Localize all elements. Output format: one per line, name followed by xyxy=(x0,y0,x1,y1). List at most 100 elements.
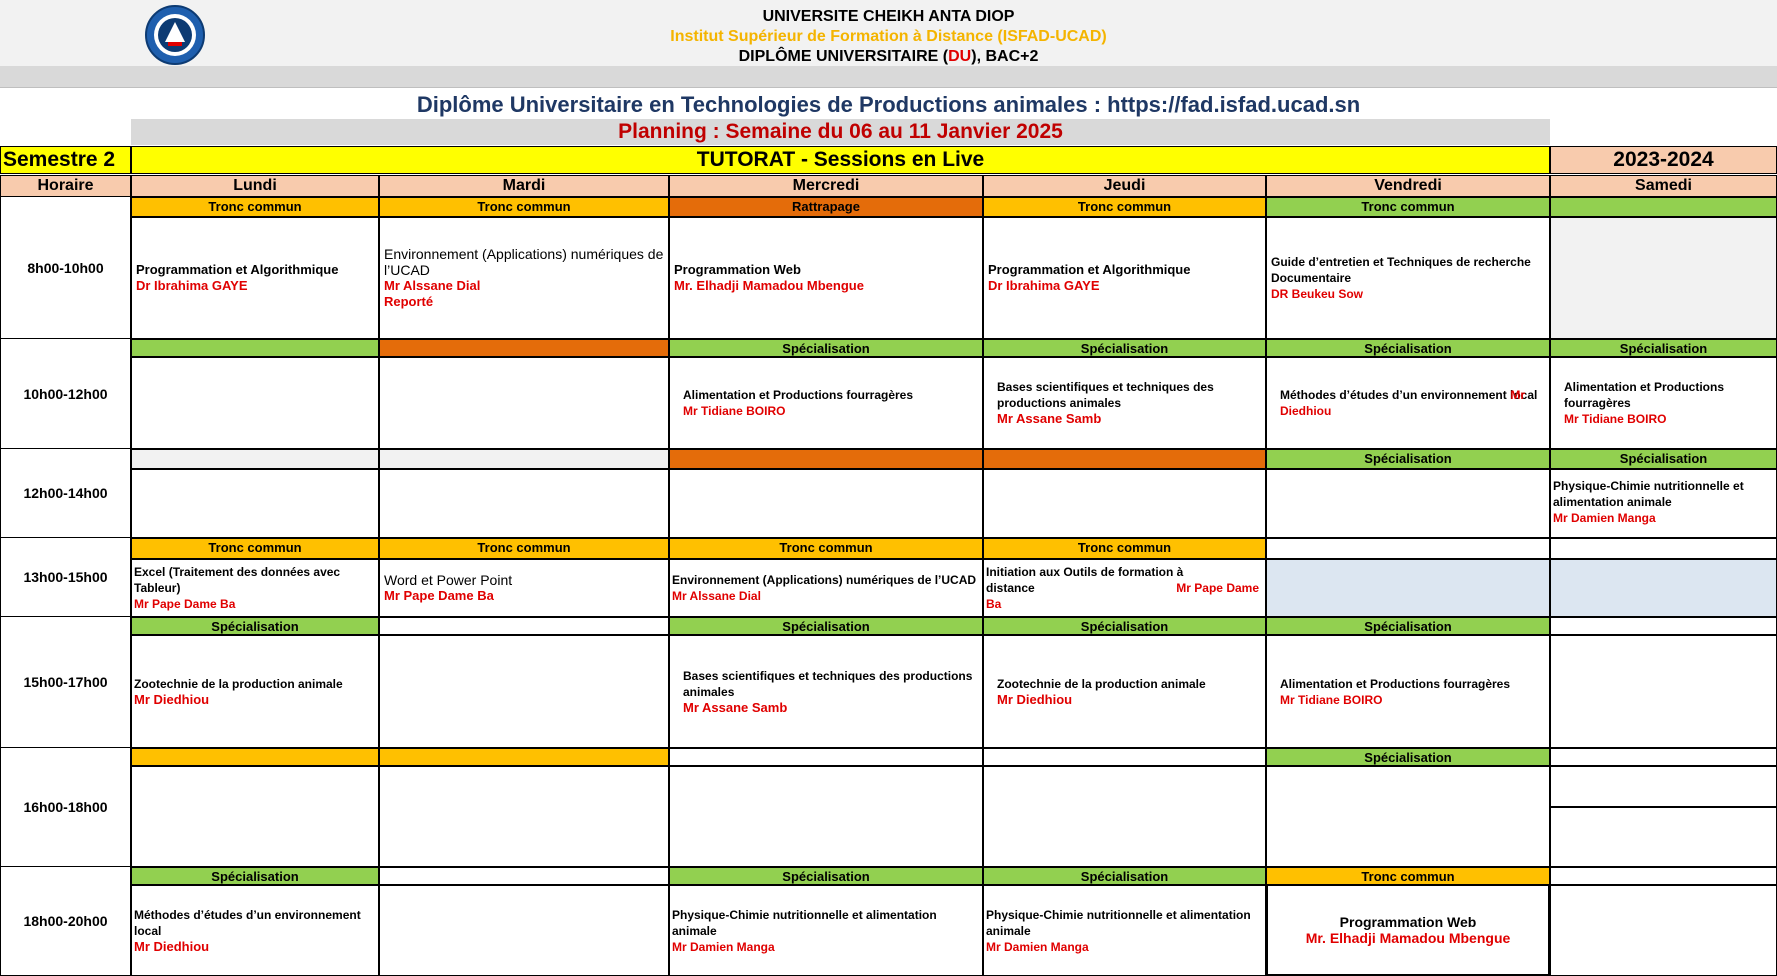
teacher-name: DR Beukeu Sow xyxy=(1271,287,1364,301)
teacher-name: Mr. Elhadji Mamadou Mbengue xyxy=(1305,930,1511,946)
session-cell[interactable]: Alimentation et Productions fourragères … xyxy=(1550,357,1777,449)
session-cell[interactable]: Environnement (Applications) numériques … xyxy=(379,217,669,339)
session-cell[interactable]: Zootechnie de la production animale Mr D… xyxy=(131,635,379,748)
tronc-commun-strip: Tronc commun xyxy=(1266,867,1550,885)
session-cell[interactable]: Méthodes d’études d’un environnement loc… xyxy=(1266,357,1550,449)
course-title: Environnement (Applications) numériques … xyxy=(672,573,977,587)
specialisation-strip: Spécialisation xyxy=(983,339,1266,357)
specialisation-strip: Spécialisation xyxy=(669,617,983,635)
teacher-name: Mr Pape Dame Ba xyxy=(134,597,236,611)
empty-cell xyxy=(131,469,379,538)
teacher-name: Mr Damien Manga xyxy=(986,939,1089,954)
course-title: Programmation et Algorithmique xyxy=(136,262,339,277)
empty-strip xyxy=(669,748,983,766)
empty-strip xyxy=(983,748,1266,766)
empty-strip xyxy=(131,449,379,469)
course-title: distance xyxy=(986,581,1035,595)
session-cell[interactable]: Programmation Web Mr. Elhadji Mamadou Mb… xyxy=(669,217,983,339)
session-cell[interactable]: Initiation aux Outils de formation à dis… xyxy=(983,559,1266,617)
session-cell[interactable]: Bases scientifiques et techniques des pr… xyxy=(983,357,1266,449)
empty-cell xyxy=(1550,635,1777,748)
academic-year: 2023-2024 xyxy=(1550,146,1777,174)
course-title: Programmation Web xyxy=(674,262,801,277)
session-cell[interactable]: Guide d’entretien et Techniques de reche… xyxy=(1266,217,1550,339)
session-cell[interactable]: Physique-Chimie nutritionnelle et alimen… xyxy=(983,885,1266,976)
postponed-note: Reporté xyxy=(384,294,434,309)
time-slot: 16h00-18h00 xyxy=(0,748,131,867)
session-cell[interactable]: Alimentation et Productions fourragères … xyxy=(669,357,983,449)
time-slot: 15h00-17h00 xyxy=(0,617,131,748)
empty-cell xyxy=(1550,807,1777,867)
session-cell[interactable]: Excel (Traitement des données avec Table… xyxy=(131,559,379,617)
course-title: Physique-Chimie nutritionnelle et alimen… xyxy=(1553,479,1744,509)
session-cell[interactable]: Programmation et Algorithmique Dr Ibrahi… xyxy=(131,217,379,339)
empty-strip xyxy=(379,867,669,885)
teacher-name: Mr xyxy=(1510,388,1525,402)
empty-cell xyxy=(1550,885,1777,976)
empty-cell xyxy=(1550,559,1777,617)
course-title: Physique-Chimie nutritionnelle et alimen… xyxy=(986,907,1251,938)
teacher-name: Mr Alssane Dial xyxy=(384,278,481,293)
empty-cell xyxy=(983,766,1266,867)
empty-strip xyxy=(1550,867,1777,885)
specialisation-strip: Spécialisation xyxy=(669,867,983,885)
course-title: Guide d’entretien et Techniques de reche… xyxy=(1271,255,1531,285)
session-cell[interactable]: Programmation Web Mr. Elhadji Mamadou Mb… xyxy=(1266,885,1550,976)
time-slot: 10h00-12h00 xyxy=(0,339,131,449)
teacher-name: Ba xyxy=(986,597,1002,611)
course-title: Zootechnie de la production animale xyxy=(134,676,343,691)
teacher-name: Diedhiou xyxy=(1280,404,1332,418)
course-title: Excel (Traitement des données avec Table… xyxy=(134,565,341,595)
course-title: Bases scientifiques et techniques des pr… xyxy=(683,668,973,699)
column-samedi: Samedi xyxy=(1550,175,1777,197)
tronc-commun-strip: Tronc commun xyxy=(131,197,379,217)
separator-band xyxy=(0,66,1777,88)
course-title: Alimentation et Productions fourragères xyxy=(683,388,914,402)
teacher-name: Mr Assane Samb xyxy=(997,411,1102,426)
diploma-line: DIPLÔME UNIVERSITAIRE (DU), BAC+2 xyxy=(738,48,1039,65)
column-jeudi: Jeudi xyxy=(983,175,1266,197)
institute-name: Institut Supérieur de Formation à Distan… xyxy=(670,28,1107,45)
university-name: UNIVERSITE CHEIKH ANTA DIOP xyxy=(762,8,1015,25)
session-cell[interactable]: Physique-Chimie nutritionnelle et alimen… xyxy=(669,885,983,976)
session-cell[interactable]: Physique-Chimie nutritionnelle et alimen… xyxy=(1550,469,1777,538)
tronc-commun-strip: Tronc commun xyxy=(379,538,669,559)
empty-strip xyxy=(1550,197,1777,217)
empty-cell xyxy=(379,635,669,748)
session-cell[interactable]: Zootechnie de la production animale Mr D… xyxy=(983,635,1266,748)
empty-strip xyxy=(379,449,669,469)
course-title: Bases scientifiques et techniques des pr… xyxy=(997,380,1214,410)
empty-cell xyxy=(379,357,669,449)
tronc-commun-strip: Tronc commun xyxy=(1266,197,1550,217)
course-title: Alimentation et Productions fourragères xyxy=(1280,676,1511,691)
course-title: Méthodes d’études d’un environnement loc… xyxy=(134,907,361,938)
specialisation-strip: Spécialisation xyxy=(1266,339,1550,357)
empty-cell xyxy=(379,469,669,538)
teacher-name: Mr Pape Dame Ba xyxy=(384,588,494,603)
specialisation-strip: Spécialisation xyxy=(669,339,983,357)
column-lundi: Lundi xyxy=(131,175,379,197)
empty-strip xyxy=(379,748,669,766)
session-cell[interactable]: Méthodes d’études d’un environnement loc… xyxy=(131,885,379,976)
teacher-name: Mr Diedhiou xyxy=(134,691,210,707)
session-cell[interactable]: Environnement (Applications) numériques … xyxy=(669,559,983,617)
specialisation-strip: Spécialisation xyxy=(1550,339,1777,357)
teacher-name: Mr Pape Dame xyxy=(1176,581,1259,595)
specialisation-strip: Spécialisation xyxy=(1266,748,1550,766)
session-cell[interactable]: Bases scientifiques et techniques des pr… xyxy=(669,635,983,748)
empty-strip xyxy=(1550,748,1777,766)
specialisation-strip: Spécialisation xyxy=(1266,617,1550,635)
session-cell[interactable]: Programmation et Algorithmique Dr Ibrahi… xyxy=(983,217,1266,339)
tutorat-title: TUTORAT - Sessions en Live xyxy=(131,146,1550,174)
session-cell[interactable]: Alimentation et Productions fourragères … xyxy=(1266,635,1550,748)
program-title: Diplôme Universitaire en Technologies de… xyxy=(416,92,1361,117)
session-cell[interactable]: Word et Power Point Mr Pape Dame Ba xyxy=(379,559,669,617)
course-title: Zootechnie de la production animale xyxy=(997,676,1206,691)
empty-cell xyxy=(131,357,379,449)
empty-strip xyxy=(1550,617,1777,635)
column-vendredi: Vendredi xyxy=(1266,175,1550,197)
time-slot: 18h00-20h00 xyxy=(0,867,131,976)
teacher-name: Dr Ibrahima GAYE xyxy=(136,278,248,293)
planning-title: Planning : Semaine du 06 au 11 Janvier 2… xyxy=(131,119,1550,145)
column-horaire: Horaire xyxy=(0,175,131,197)
